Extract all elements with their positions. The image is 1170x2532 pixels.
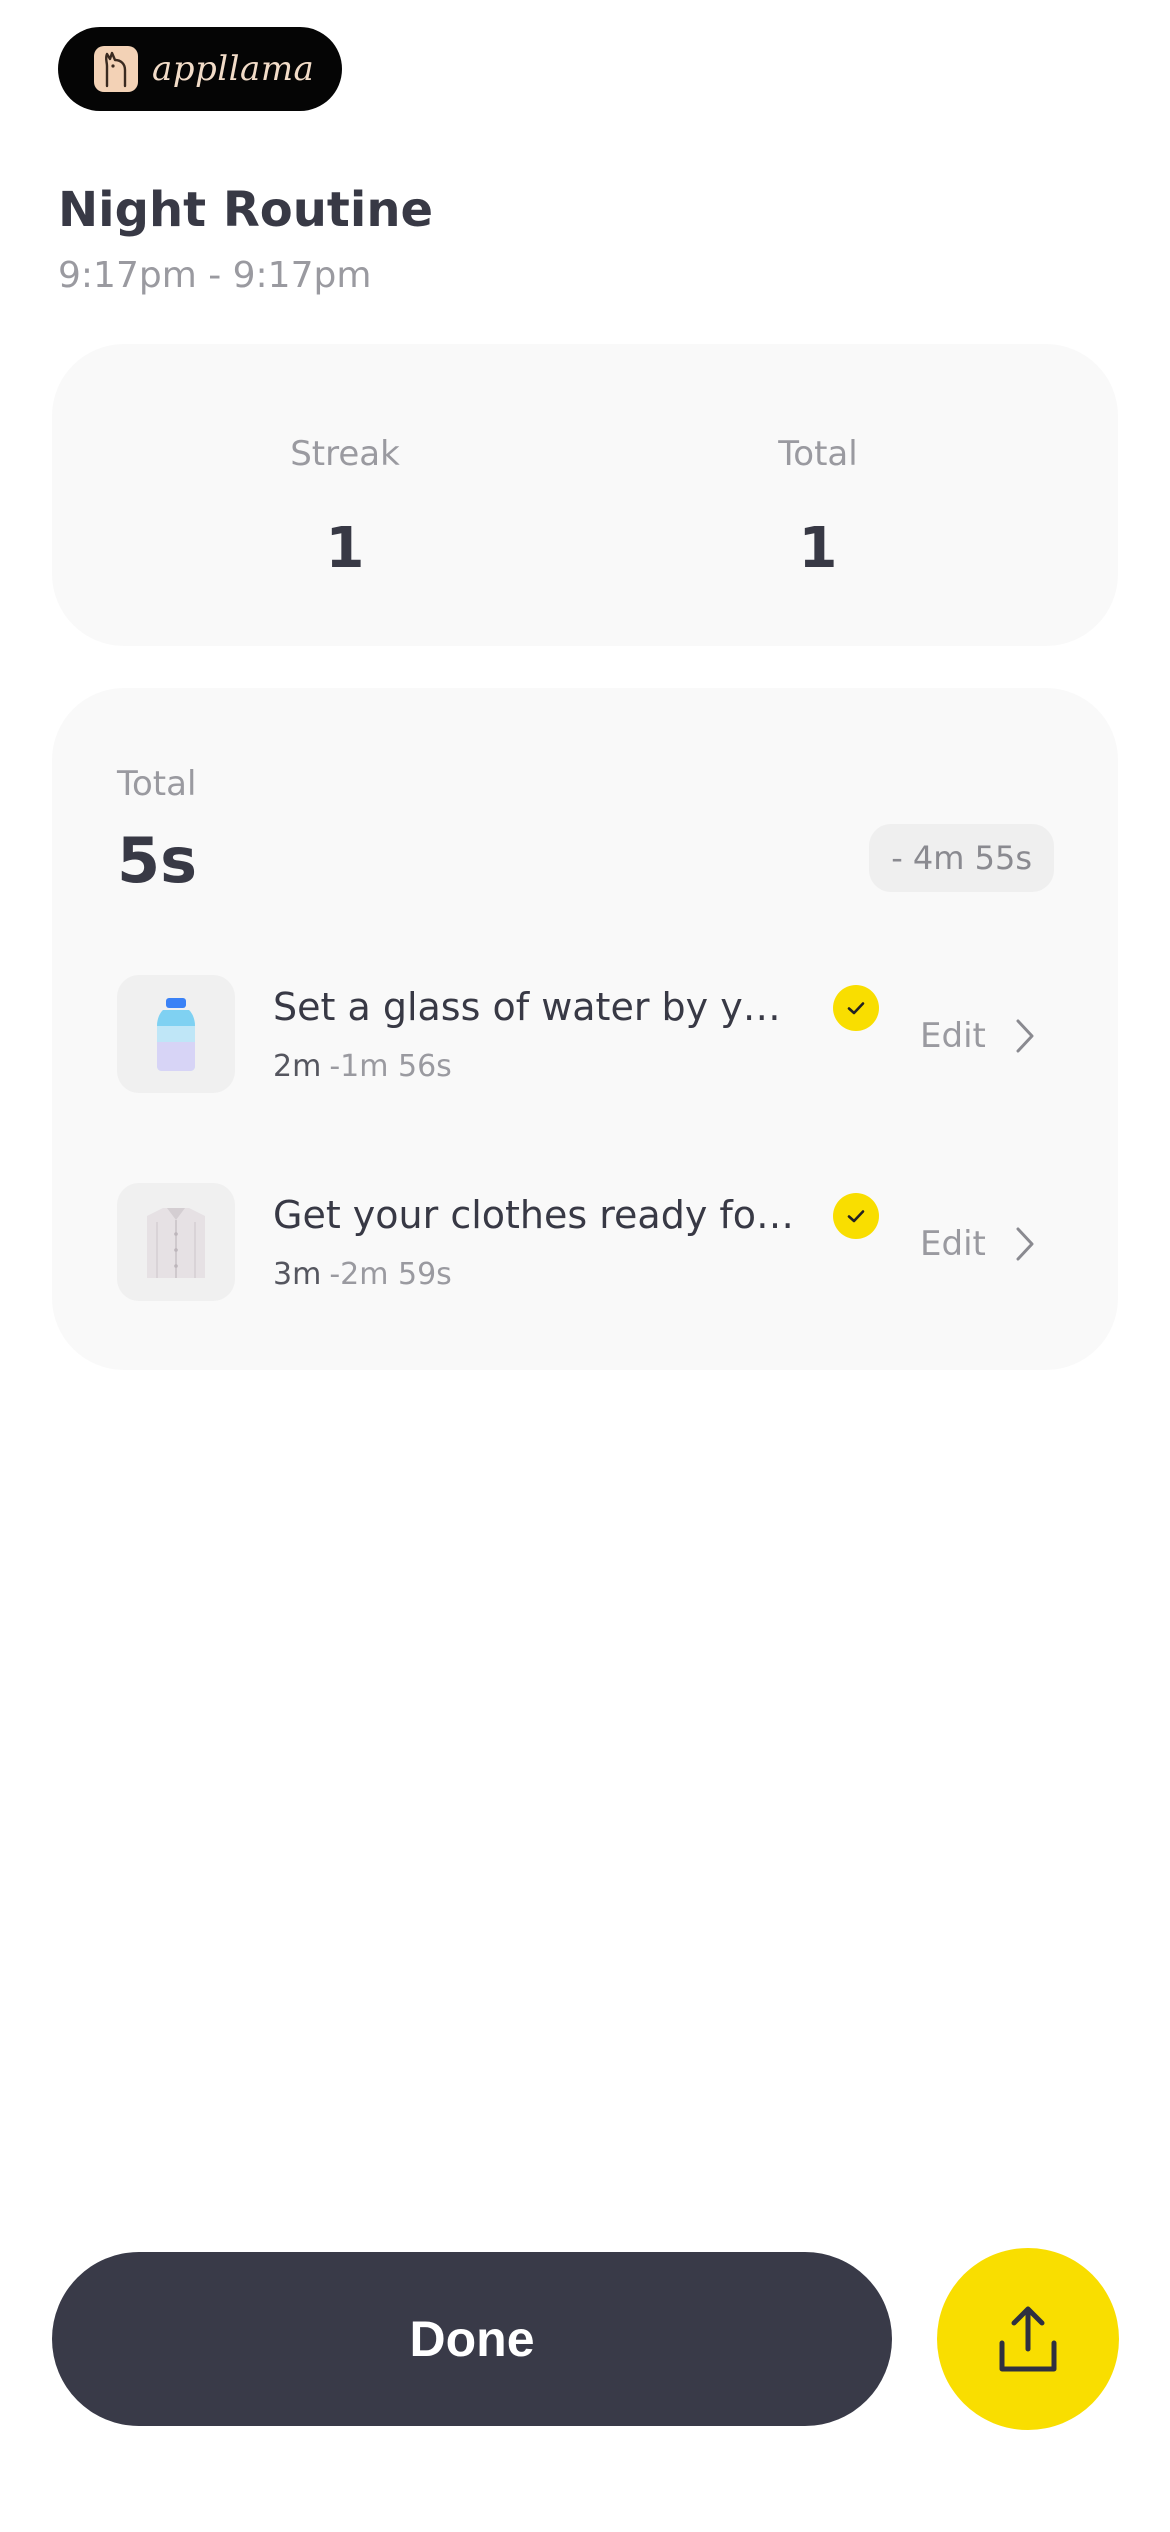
total-count-value: 1 <box>798 516 838 581</box>
total-count-label: Total <box>778 434 858 474</box>
share-icon <box>999 2306 1057 2372</box>
total-time-value: 5s <box>117 824 198 897</box>
check-icon <box>833 1193 879 1239</box>
task-delta: -2m 59s <box>329 1257 452 1292</box>
page-title: Night Routine <box>58 182 434 238</box>
water-bottle-icon <box>117 975 235 1093</box>
check-icon <box>833 985 879 1031</box>
time-difference-badge: - 4m 55s <box>869 824 1054 892</box>
task-name: Set a glass of water by your... <box>273 985 803 1029</box>
edit-label: Edit <box>920 1224 986 1264</box>
edit-task-button[interactable]: Edit <box>920 1219 1036 1269</box>
task-duration: 2m -1m 56s <box>273 1049 452 1084</box>
task-delta: -1m 56s <box>329 1049 452 1084</box>
total-stat: Total 1 <box>618 344 1018 646</box>
chevron-right-icon <box>1014 1018 1036 1054</box>
tasks-card: Total 5s - 4m 55s Set a glass of water b… <box>52 688 1118 1370</box>
task-row[interactable]: Set a glass of water by your... 2m -1m 56… <box>52 975 1118 1095</box>
time-range: 9:17pm - 9:17pm <box>58 255 372 296</box>
share-button[interactable] <box>937 2248 1119 2430</box>
edit-task-button[interactable]: Edit <box>920 1011 1036 1061</box>
task-duration-value: 2m <box>273 1049 322 1084</box>
task-name: Get your clothes ready for t... <box>273 1193 803 1237</box>
task-duration: 3m -2m 59s <box>273 1257 452 1292</box>
shirt-icon <box>117 1183 235 1301</box>
streak-stat: Streak 1 <box>145 344 545 646</box>
streak-label: Streak <box>290 434 400 474</box>
task-duration-value: 3m <box>273 1257 322 1292</box>
stats-card: Streak 1 Total 1 <box>52 344 1118 646</box>
llama-icon <box>94 46 138 92</box>
edit-label: Edit <box>920 1016 986 1056</box>
app-logo: appllama <box>58 27 342 111</box>
chevron-right-icon <box>1014 1226 1036 1262</box>
brand-name: appllama <box>152 49 315 89</box>
done-button[interactable]: Done <box>52 2252 892 2426</box>
total-time-label: Total <box>117 764 197 804</box>
task-row[interactable]: Get your clothes ready for t... 3m -2m 59… <box>52 1183 1118 1303</box>
streak-value: 1 <box>325 516 365 581</box>
